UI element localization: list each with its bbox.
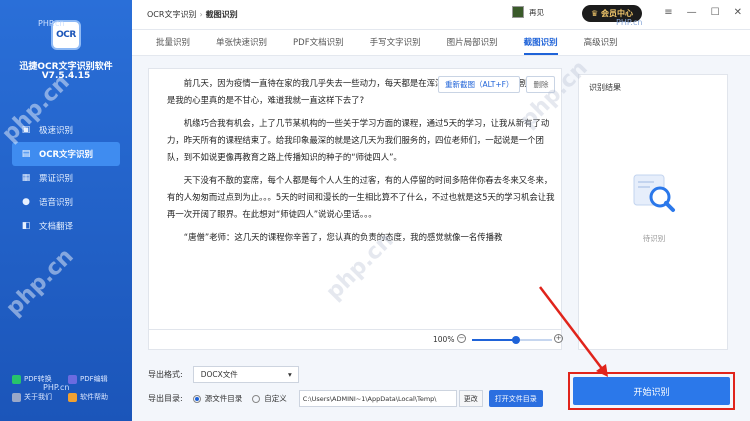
menu-icon[interactable]: ≡ <box>664 7 672 18</box>
radio-source-dir[interactable]: 源文件目录 <box>192 393 243 404</box>
tab-pdf[interactable]: PDF文档识别 <box>293 30 344 55</box>
avatar <box>512 6 524 18</box>
link-label: PDF编辑 <box>80 375 108 383</box>
vip-label: 会员中心 <box>600 9 633 18</box>
about-link[interactable]: 关于我们 <box>12 392 68 402</box>
sidebar-item-label: 文档翻译 <box>39 222 74 232</box>
zoom-out-icon[interactable]: − <box>457 334 466 343</box>
sidebar-item-fast-recognition[interactable]: ▣ 极速识别 <box>12 118 120 142</box>
document-actions: 重新截图（ALT+F） 删除 <box>438 76 556 93</box>
app-window: OCR 迅捷OCR文字识别软件 V7.5.4.15 ▣ 极速识别 ▤ OCR文字… <box>0 0 750 421</box>
document-preview[interactable]: 前几天，因为疫情一直待在家的我几乎失去一些动力，每天都是在浑浑噩噩的度日，最后追… <box>148 68 562 330</box>
breadcrumb-parent[interactable]: OCR文字识别 <box>147 10 196 19</box>
sidebar-item-label: OCR文字识别 <box>39 150 94 160</box>
result-title: 识别结果 <box>589 83 621 92</box>
radio-label: 源文件目录 <box>204 394 243 403</box>
result-panel: 识别结果 待识别 <box>578 74 728 350</box>
logo-text: OCR <box>56 30 76 40</box>
format-value: DOCX文件 <box>200 370 238 379</box>
app-version: V7.5.4.15 <box>41 71 91 81</box>
sidebar-item-ocr[interactable]: ▤ OCR文字识别 <box>12 142 120 166</box>
export-format-row: 导出格式: DOCX文件 ▾ <box>148 366 299 383</box>
zoom-slider[interactable] <box>472 336 552 344</box>
minimize-icon[interactable]: — <box>687 7 697 18</box>
tab-batch[interactable]: 批量识别 <box>156 30 190 55</box>
title-bar: OCR文字识别 › 截图识别 再见 ♛ 会员中心 PHP.cn ≡ — ☐ ✕ <box>132 0 750 30</box>
path-field[interactable]: C:\Users\ADMINI~1\AppData\Local\Temp\ <box>298 390 457 407</box>
pdf-convert-icon <box>12 374 21 384</box>
chevron-down-icon: ▾ <box>287 370 292 379</box>
sidebar-item-translate[interactable]: ◧ 文档翻译 <box>12 214 120 238</box>
window-controls: ≡ — ☐ ✕ <box>664 7 742 18</box>
zoom-slider-fill <box>472 339 516 341</box>
user-info[interactable]: 再见 <box>512 6 544 18</box>
zoom-bar: 100% − + <box>148 330 563 350</box>
open-folder-button[interactable]: 打开文件目录 <box>488 390 543 407</box>
pdf-edit-link[interactable]: PDF编辑 <box>68 374 124 384</box>
tab-single[interactable]: 单张快速识别 <box>216 30 267 55</box>
tab-bar: 批量识别 单张快速识别 PDF文档识别 手写文字识别 图片局部识别 截图识别 高… <box>132 30 750 56</box>
translate-icon: ◧ <box>21 221 31 231</box>
help-link[interactable]: 软件帮助 <box>68 392 124 402</box>
sidebar-bottom-links: PDF转换 PDF编辑 关于我们 软件帮助 <box>12 374 124 402</box>
about-icon <box>12 392 21 402</box>
app-logo: OCR <box>51 20 81 50</box>
zoom-level: 100% <box>433 335 455 344</box>
close-icon[interactable]: ✕ <box>734 7 742 18</box>
breadcrumb-separator: › <box>199 10 203 19</box>
delete-button[interactable]: 删除 <box>526 76 556 93</box>
sidebar-item-ticket[interactable]: ▦ 票证识别 <box>12 166 120 190</box>
ticket-icon: ▦ <box>21 173 31 183</box>
pdf-convert-link[interactable]: PDF转换 <box>12 374 68 384</box>
maximize-icon[interactable]: ☐ <box>711 7 720 18</box>
start-recognition-button[interactable]: 开始识别 <box>573 377 730 405</box>
ocr-icon: ▤ <box>21 149 31 159</box>
zoom-in-icon[interactable]: + <box>554 334 563 343</box>
tab-partial[interactable]: 图片局部识别 <box>447 30 498 55</box>
sidebar-nav: ▣ 极速识别 ▤ OCR文字识别 ▦ 票证识别 ● 语音识别 ◧ 文档翻译 <box>12 118 120 238</box>
magnifier-placeholder-icon <box>633 174 675 212</box>
paragraph: “唐僧”老师：这几天的课程你辛苦了，您认真的负责的态度，我的感觉就像一名传播教 <box>183 232 503 242</box>
sidebar-item-voice[interactable]: ● 语音识别 <box>12 190 120 214</box>
dir-label: 导出目录: <box>148 394 183 403</box>
sidebar: OCR 迅捷OCR文字识别软件 V7.5.4.15 ▣ 极速识别 ▤ OCR文字… <box>0 0 132 421</box>
radio-icon <box>192 394 201 403</box>
document-text: 前几天，因为疫情一直待在家的我几乎失去一些动力，每天都是在浑浑噩噩的度日，最后追… <box>167 75 559 252</box>
highlight-box: 开始识别 <box>568 372 735 410</box>
format-select[interactable]: DOCX文件 ▾ <box>192 366 299 383</box>
link-label: 关于我们 <box>24 393 52 401</box>
rescan-button[interactable]: 重新截图（ALT+F） <box>438 76 521 93</box>
change-dir-button[interactable]: 更改 <box>458 390 483 407</box>
result-status: 待识别 <box>642 234 666 243</box>
breadcrumb: OCR文字识别 › 截图识别 <box>147 9 238 20</box>
link-label: 软件帮助 <box>80 393 108 401</box>
vip-center-button[interactable]: ♛ 会员中心 <box>582 5 642 22</box>
mic-icon: ● <box>22 197 30 207</box>
radio-label: 自定义 <box>264 394 287 403</box>
sidebar-item-label: 语音识别 <box>39 198 74 208</box>
link-label: PDF转换 <box>24 375 52 383</box>
crown-icon: ♛ <box>591 9 601 18</box>
user-name: 再见 <box>529 7 544 17</box>
help-icon <box>68 392 77 402</box>
tab-handwriting[interactable]: 手写文字识别 <box>370 30 421 55</box>
breadcrumb-current: 截图识别 <box>205 10 238 19</box>
paragraph: 机缘巧合我有机会，上了几节某机构的一些关于学习方面的课程，通过5天的学习，让我从… <box>167 118 550 162</box>
scan-icon: ▣ <box>21 125 31 135</box>
zoom-slider-handle[interactable] <box>512 336 520 344</box>
radio-icon <box>252 394 261 403</box>
tab-advanced[interactable]: 高级识别 <box>584 30 618 55</box>
sidebar-item-label: 票证识别 <box>39 174 74 184</box>
export-dir-row: 导出目录: 源文件目录 自定义 C:\Users\ADMINI~1\AppDat… <box>148 390 543 407</box>
paragraph: 天下没有不散的宴席，每个人都是每个人人生的过客，有的人停留的时间多陪伴你春去冬来… <box>167 175 555 219</box>
format-label: 导出格式: <box>148 370 183 379</box>
tab-screenshot[interactable]: 截图识别 <box>523 30 558 55</box>
pdf-edit-icon <box>68 374 77 384</box>
sidebar-item-label: 极速识别 <box>39 126 74 136</box>
radio-custom-dir[interactable]: 自定义 <box>252 393 287 404</box>
watermark: php.cn <box>1 243 79 322</box>
